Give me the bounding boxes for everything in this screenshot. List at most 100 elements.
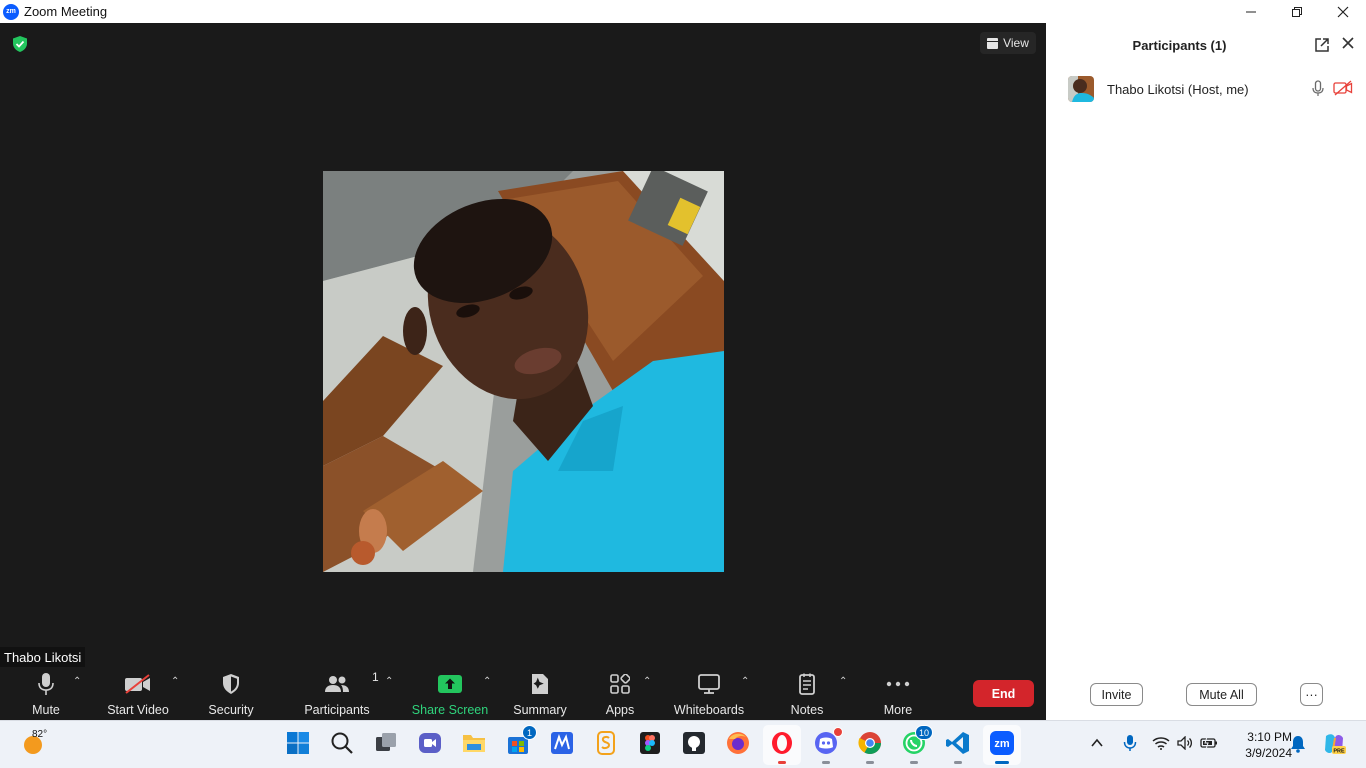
whiteboard-icon bbox=[698, 674, 720, 694]
taskbar-m-app[interactable] bbox=[549, 730, 575, 756]
figma-icon bbox=[640, 732, 660, 754]
taskbar-clock[interactable]: 3:10 PM 3/9/2024 bbox=[1224, 729, 1292, 761]
minimize-icon bbox=[1246, 11, 1256, 12]
apps-button[interactable]: Apps bbox=[603, 667, 637, 720]
participant-video-off-icon[interactable] bbox=[1333, 80, 1353, 101]
taskbar-s-app[interactable] bbox=[593, 730, 619, 756]
participants-options-chevron-up-icon[interactable]: ⌃ bbox=[385, 676, 393, 687]
svg-text:PRE: PRE bbox=[1333, 749, 1345, 755]
participant-name: Thabo Likotsi (Host, me) bbox=[1107, 81, 1249, 97]
taskbar-store-app[interactable]: 1 bbox=[505, 725, 537, 756]
close-panel-icon[interactable] bbox=[1341, 36, 1355, 55]
minimize-button[interactable] bbox=[1228, 0, 1274, 23]
vscode-icon bbox=[946, 732, 969, 754]
notes-options-chevron-up-icon[interactable]: ⌃ bbox=[839, 676, 847, 687]
zoom-app-icon: zm bbox=[3, 3, 19, 20]
volume-icon[interactable] bbox=[1177, 735, 1193, 755]
notes-button[interactable]: Notes bbox=[788, 667, 826, 720]
taskbar-chrome[interactable] bbox=[857, 730, 883, 764]
whatsapp-badge: 10 bbox=[914, 725, 933, 740]
task-view-icon bbox=[376, 733, 396, 751]
end-meeting-button[interactable]: End bbox=[973, 680, 1034, 707]
apps-options-chevron-up-icon[interactable]: ⌃ bbox=[643, 676, 651, 687]
taskbar-meet-app[interactable] bbox=[417, 730, 443, 756]
whiteboards-button[interactable]: Whiteboards bbox=[673, 667, 745, 720]
mute-button[interactable]: Mute bbox=[26, 667, 66, 720]
active-app-indicator bbox=[995, 761, 1009, 764]
close-icon bbox=[1337, 6, 1349, 17]
participant-video-tile[interactable] bbox=[323, 171, 724, 572]
view-button[interactable]: View bbox=[980, 32, 1036, 54]
wifi-icon[interactable] bbox=[1152, 736, 1170, 755]
encryption-shield-icon[interactable] bbox=[11, 35, 29, 53]
mute-all-button[interactable]: Mute All bbox=[1186, 683, 1257, 706]
avatar bbox=[1068, 76, 1094, 102]
taskbar-opera[interactable] bbox=[763, 725, 801, 765]
video-frame-image bbox=[323, 171, 724, 572]
taskbar-figma[interactable] bbox=[637, 730, 663, 756]
share-options-chevron-up-icon[interactable]: ⌃ bbox=[483, 676, 491, 687]
participants-button[interactable]: 1 Participants bbox=[303, 667, 378, 720]
invite-button[interactable]: Invite bbox=[1090, 683, 1143, 706]
microphone-icon bbox=[38, 673, 54, 695]
participant-row[interactable]: Thabo Likotsi (Host, me) bbox=[1068, 75, 1358, 103]
whiteboards-label: Whiteboards bbox=[673, 703, 745, 717]
mute-label: Mute bbox=[32, 703, 60, 717]
notes-label: Notes bbox=[790, 703, 824, 717]
task-view-button[interactable] bbox=[373, 730, 399, 756]
chevron-up-icon bbox=[1091, 738, 1103, 747]
clock-time: 3:10 PM bbox=[1247, 730, 1292, 744]
folder-icon bbox=[463, 735, 485, 752]
window-controls bbox=[1228, 0, 1366, 23]
share-screen-button[interactable]: Share Screen bbox=[411, 667, 489, 720]
taskbar-whatsapp[interactable]: 10 bbox=[901, 725, 933, 764]
participants-icon bbox=[325, 676, 349, 692]
copilot-icon[interactable]: PRE bbox=[1322, 732, 1346, 761]
start-video-label: Start Video bbox=[107, 703, 169, 717]
share-screen-icon bbox=[438, 675, 462, 693]
share-screen-label: Share Screen bbox=[411, 703, 489, 717]
more-button[interactable]: More bbox=[880, 667, 916, 720]
close-window-button[interactable] bbox=[1320, 0, 1366, 23]
taskbar-discord[interactable] bbox=[813, 727, 843, 764]
weather-temperature: 82° bbox=[32, 729, 48, 740]
github-icon bbox=[683, 732, 705, 754]
m-app-icon bbox=[551, 732, 573, 754]
battery-icon[interactable] bbox=[1200, 736, 1218, 755]
store-badge: 1 bbox=[522, 725, 537, 740]
summary-button[interactable]: Summary bbox=[511, 667, 569, 720]
start-video-button[interactable]: Start Video bbox=[104, 667, 172, 720]
running-indicator bbox=[910, 761, 918, 764]
restore-button[interactable] bbox=[1274, 0, 1320, 23]
video-options-chevron-up-icon[interactable]: ⌃ bbox=[171, 676, 179, 687]
taskbar-vscode[interactable] bbox=[945, 730, 971, 764]
taskbar-zoom[interactable]: zm bbox=[983, 725, 1021, 765]
meeting-toolbar: Mute ⌃ Start Video ⌃ Security 1 Particip… bbox=[0, 667, 1046, 720]
tray-microphone-icon[interactable] bbox=[1123, 734, 1137, 757]
notification-bell-icon[interactable] bbox=[1290, 735, 1306, 758]
taskbar-file-explorer[interactable] bbox=[461, 730, 487, 756]
taskbar-firefox[interactable] bbox=[725, 730, 751, 756]
apps-label: Apps bbox=[605, 703, 635, 717]
more-label: More bbox=[883, 703, 913, 717]
zoom-icon: zm bbox=[990, 731, 1014, 755]
security-button[interactable]: Security bbox=[205, 667, 257, 720]
security-label: Security bbox=[208, 703, 254, 717]
pop-out-icon[interactable] bbox=[1314, 37, 1330, 58]
title-bar: zm Zoom Meeting bbox=[0, 0, 1366, 23]
opera-icon bbox=[772, 732, 792, 754]
participant-mic-icon[interactable] bbox=[1312, 80, 1324, 102]
panel-more-button[interactable]: ··· bbox=[1300, 683, 1323, 706]
taskbar-search-button[interactable] bbox=[329, 730, 355, 756]
summary-icon bbox=[532, 674, 548, 694]
restore-icon bbox=[1292, 6, 1302, 17]
audio-options-chevron-up-icon[interactable]: ⌃ bbox=[73, 676, 81, 687]
summary-label: Summary bbox=[513, 703, 567, 717]
windows-logo-icon bbox=[287, 732, 309, 754]
taskbar-github[interactable] bbox=[681, 730, 707, 756]
start-button[interactable] bbox=[285, 730, 311, 756]
show-hidden-icons-button[interactable] bbox=[1090, 736, 1104, 755]
participants-panel-title: Participants (1) bbox=[1132, 38, 1227, 53]
whiteboards-options-chevron-up-icon[interactable]: ⌃ bbox=[741, 676, 749, 687]
video-chat-icon bbox=[419, 733, 441, 753]
